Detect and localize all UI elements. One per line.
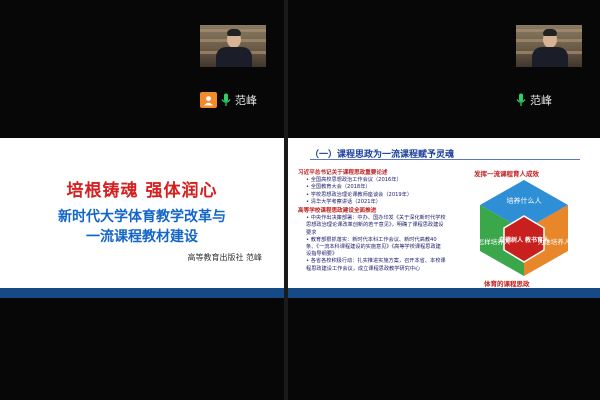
slide-main-title: 培根铸魂 强体润心 bbox=[66, 181, 218, 201]
shared-slide-content: （一）课程思政为一流课程赋予灵魂 习近平总书记关于课程思政重要论述 • 全国高校… bbox=[288, 138, 600, 298]
participant-label: 范峰 bbox=[516, 92, 552, 108]
participant-label: 范峰 bbox=[200, 92, 257, 108]
slide-subtitle-line2: 一流课程教材建设 bbox=[86, 229, 198, 245]
bullet-item: • 学校思想政治理论课教师座谈会（2019年） bbox=[306, 191, 413, 198]
bullet-item: • 教育部狠抓落实：新时代本科工作会议、新时代高教40条、《一流本科课程建设的实… bbox=[306, 236, 441, 258]
hex-top-label: 培养什么人 bbox=[507, 196, 542, 205]
diagram-title: 发挥一流课程育人成效 bbox=[474, 170, 539, 178]
bullet-item: • 清华大学考察讲话（2021年） bbox=[306, 198, 381, 205]
participant-name: 范峰 bbox=[530, 94, 552, 107]
user-avatar-icon bbox=[200, 92, 217, 108]
slide-bullet-list: 习近平总书记关于课程思政重要论述 • 全国高校思想政治工作会议（2016年） •… bbox=[298, 168, 446, 273]
slide-subtitle-line1: 新时代大学体育教学改革与 bbox=[58, 209, 226, 225]
participant-name: 范峰 bbox=[235, 94, 257, 107]
participant-video-thumbnail[interactable] bbox=[200, 25, 266, 67]
shared-slide-title: 培根铸魂 强体润心 新时代大学体育教学改革与 一流课程教材建设 高等教育出版社 … bbox=[0, 138, 284, 298]
bullet-item: • 中央作出决策部署：中办、国办印发《关于深化新时代学校思想政治理论课改革创新的… bbox=[306, 215, 446, 236]
hexagon-diagram: 培养什么人 怎样培养人 为谁培养人 立德树人 教书育人 bbox=[478, 180, 571, 276]
slide-publisher: 高等教育出版社 范峰 bbox=[187, 253, 262, 262]
microphone-icon[interactable] bbox=[221, 93, 231, 107]
section-underline bbox=[310, 159, 580, 160]
slide-footer-bar bbox=[288, 288, 600, 298]
hex-center-label: 立德树人 教书育人 bbox=[499, 236, 550, 244]
bullet-item: • 全国教育大会（2018年） bbox=[306, 184, 371, 191]
slide-footer-bar bbox=[0, 288, 284, 298]
microphone-icon[interactable] bbox=[516, 93, 526, 107]
diagram-caption: 体育的课程思政 bbox=[484, 280, 530, 288]
participant-video-thumbnail[interactable] bbox=[516, 25, 582, 67]
bullet-item: • 各省各校积极行动：扎实推进实施方案，召开本省、本校课程思政建设工作会议，成立… bbox=[306, 258, 446, 272]
